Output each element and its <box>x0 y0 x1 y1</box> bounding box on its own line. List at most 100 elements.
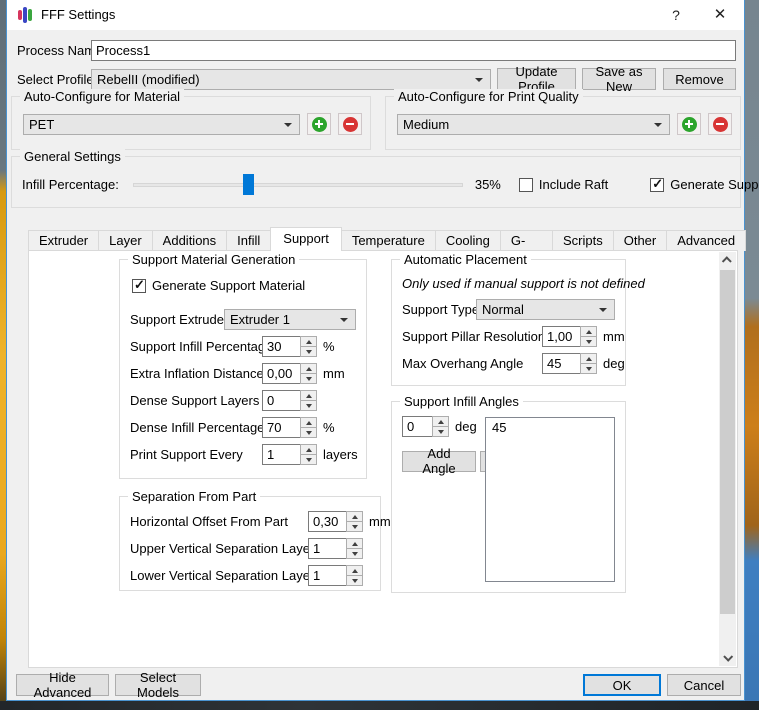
hide-advanced-button[interactable]: Hide Advanced <box>16 674 109 696</box>
quality-dropdown[interactable]: Medium <box>397 114 670 135</box>
spin-down-button[interactable] <box>580 337 597 347</box>
spin-value[interactable]: 45 <box>542 353 580 374</box>
spin-value[interactable]: 1 <box>308 538 346 559</box>
select-profile-label: Select Profile: <box>17 72 91 87</box>
auto-configure-quality-title: Auto-Configure for Print Quality <box>394 89 583 104</box>
update-profile-button[interactable]: Update Profile <box>497 68 576 90</box>
spin-down-button[interactable] <box>300 401 317 411</box>
generate-support-material-checkbox[interactable] <box>132 279 146 293</box>
help-button[interactable]: ? <box>660 0 692 30</box>
spin-up-button[interactable] <box>300 390 317 401</box>
ok-button[interactable]: OK <box>583 674 661 696</box>
spin-value[interactable]: 30 <box>262 336 300 357</box>
spin-down-button[interactable] <box>300 374 317 384</box>
spin-up-button[interactable] <box>300 336 317 347</box>
spin-down-button[interactable] <box>300 428 317 438</box>
process-name-row: Process Name: <box>17 40 736 61</box>
generate-support-checkbox[interactable] <box>650 178 664 192</box>
cancel-button[interactable]: Cancel <box>667 674 741 696</box>
spin-value[interactable]: 0 <box>402 416 432 437</box>
spin-up-button[interactable] <box>300 444 317 455</box>
tab-scripts[interactable]: Scripts <box>552 230 614 251</box>
settings-tab-bar: Extruder Layer Additions Infill Support … <box>28 229 745 251</box>
spin-value[interactable]: 0,00 <box>262 363 300 384</box>
add-angle-button[interactable]: Add Angle <box>402 451 476 472</box>
add-quality-button[interactable] <box>677 113 701 135</box>
slider-track[interactable] <box>133 183 463 187</box>
automatic-placement-group: Automatic Placement Only used if manual … <box>391 259 626 386</box>
spin-value[interactable]: 0 <box>262 390 300 411</box>
desktop-background-right <box>745 0 759 710</box>
include-raft-checkbox[interactable] <box>519 178 533 192</box>
spin-up-button[interactable] <box>432 416 449 427</box>
tab-infill[interactable]: Infill <box>226 230 271 251</box>
auto-configure-quality-group: Auto-Configure for Print Quality Medium <box>385 96 741 150</box>
extra-inflation-distance-spinner: 0,00 <box>262 363 317 384</box>
dense-infill-percentage-spinner: 70 <box>262 417 317 438</box>
angle-list-item[interactable]: 45 <box>492 420 608 435</box>
vertical-scrollbar[interactable] <box>719 252 736 666</box>
spin-down-button[interactable] <box>346 576 363 586</box>
support-infill-percentage-spinner: 30 <box>262 336 317 357</box>
infill-percentage-slider[interactable] <box>133 174 463 195</box>
spin-up-button[interactable] <box>300 363 317 374</box>
profile-dropdown[interactable]: RebelII (modified) <box>91 69 491 90</box>
support-type-dropdown[interactable]: Normal <box>476 299 615 320</box>
max-overhang-angle-spinner: 45 <box>542 353 597 374</box>
spin-value[interactable]: 1 <box>308 565 346 586</box>
tab-gcode[interactable]: G-Code <box>500 230 553 251</box>
material-dropdown[interactable]: PET <box>23 114 300 135</box>
spin-up-button[interactable] <box>346 511 363 522</box>
remove-profile-button[interactable]: Remove <box>663 68 736 90</box>
select-profile-row: Select Profile: RebelII (modified) Updat… <box>17 68 736 90</box>
tab-cooling[interactable]: Cooling <box>435 230 501 251</box>
infill-percentage-label: Infill Percentage: <box>22 177 119 192</box>
scroll-up-button[interactable] <box>719 252 736 269</box>
tab-additions[interactable]: Additions <box>152 230 227 251</box>
spin-value[interactable]: 1,00 <box>542 326 580 347</box>
spin-value[interactable]: 1 <box>262 444 300 465</box>
tab-extruder[interactable]: Extruder <box>28 230 99 251</box>
spin-up-button[interactable] <box>580 326 597 337</box>
support-extruder-dropdown[interactable]: Extruder 1 <box>224 309 356 330</box>
spin-down-button[interactable] <box>346 522 363 532</box>
spin-down-button[interactable] <box>346 549 363 559</box>
spin-value[interactable]: 70 <box>262 417 300 438</box>
support-infill-angles-group: Support Infill Angles 0 deg Add Angle Re… <box>391 401 626 593</box>
extra-inflation-distance-label: Extra Inflation Distance <box>130 366 262 381</box>
tab-other[interactable]: Other <box>613 230 668 251</box>
spin-down-button[interactable] <box>300 347 317 357</box>
tab-advanced[interactable]: Advanced <box>666 230 746 251</box>
spin-down-button[interactable] <box>580 364 597 374</box>
scroll-down-button[interactable] <box>719 649 736 666</box>
spin-value[interactable]: 0,30 <box>308 511 346 532</box>
spin-up-button[interactable] <box>346 565 363 576</box>
spin-up-button[interactable] <box>580 353 597 364</box>
select-models-button[interactable]: Select Models <box>115 674 201 696</box>
lower-vertical-separation-spinner: 1 <box>308 565 363 586</box>
remove-quality-button[interactable] <box>708 113 732 135</box>
spin-up-button[interactable] <box>346 538 363 549</box>
spin-down-button[interactable] <box>300 455 317 465</box>
add-material-button[interactable] <box>307 113 331 135</box>
remove-material-button[interactable] <box>338 113 362 135</box>
scrollbar-thumb[interactable] <box>720 270 735 614</box>
close-button[interactable]: ✕ <box>704 0 736 30</box>
unit-label: deg <box>603 356 625 371</box>
spin-up-button[interactable] <box>300 417 317 428</box>
separation-from-part-group: Separation From Part Horizontal Offset F… <box>119 496 381 591</box>
angle-listbox[interactable]: 45 <box>485 417 615 582</box>
unit-label: layers <box>323 447 358 462</box>
minus-icon <box>713 117 728 132</box>
lower-vertical-separation-label: Lower Vertical Separation Layers <box>130 568 308 583</box>
slider-thumb[interactable] <box>243 174 254 195</box>
process-name-input[interactable] <box>91 40 736 61</box>
spin-down-button[interactable] <box>432 427 449 437</box>
tab-temperature[interactable]: Temperature <box>341 230 436 251</box>
include-raft-label: Include Raft <box>539 177 608 192</box>
tab-support[interactable]: Support <box>270 227 342 251</box>
tab-layer[interactable]: Layer <box>98 230 153 251</box>
save-as-new-button[interactable]: Save as New <box>582 68 656 90</box>
placement-note: Only used if manual support is not defin… <box>402 276 615 291</box>
fff-settings-dialog: FFF Settings ? ✕ Process Name: Select Pr… <box>6 0 745 701</box>
